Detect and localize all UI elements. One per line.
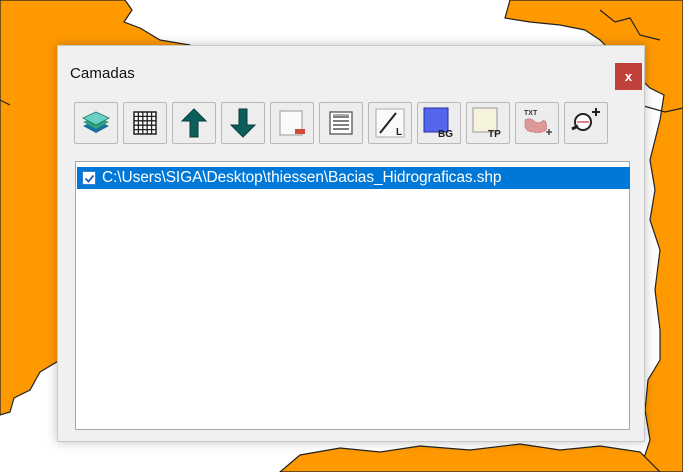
line-style-icon: L xyxy=(375,108,405,138)
background-color-button[interactable]: BG xyxy=(417,102,461,144)
move-layer-up-button[interactable] xyxy=(172,102,216,144)
arrow-up-icon xyxy=(180,108,208,138)
remove-layer-icon xyxy=(279,110,305,136)
layer-properties-button[interactable] xyxy=(319,102,363,144)
text-label-caption: TXT xyxy=(524,110,538,117)
transparency-label: TP xyxy=(488,129,501,140)
grid-table-icon xyxy=(133,111,157,135)
transparency-button[interactable]: TP xyxy=(466,102,510,144)
label-text-button[interactable]: TXT xyxy=(515,102,559,144)
properties-list-icon xyxy=(329,111,353,135)
attribute-table-button[interactable] xyxy=(123,102,167,144)
close-button[interactable]: x xyxy=(615,63,642,90)
line-style-label: L xyxy=(396,127,402,138)
checkmark-icon xyxy=(84,174,94,183)
transparency-icon: TP xyxy=(472,107,501,140)
remove-layer-button[interactable] xyxy=(270,102,314,144)
zoom-to-layer-button[interactable] xyxy=(564,102,608,144)
fill-color-label: BG xyxy=(438,129,453,140)
layers-icon xyxy=(82,111,110,133)
layer-path-label: C:\Users\SIGA\Desktop\thiessen\Bacias_Hi… xyxy=(102,169,502,186)
layers-toolbar: L BG TP TXT xyxy=(74,102,608,144)
fill-color-icon: BG xyxy=(423,107,453,140)
layer-list-item[interactable]: C:\Users\SIGA\Desktop\thiessen\Bacias_Hi… xyxy=(77,167,630,189)
layer-list[interactable]: C:\Users\SIGA\Desktop\thiessen\Bacias_Hi… xyxy=(75,161,630,430)
layer-visibility-checkbox[interactable] xyxy=(82,171,96,185)
layers-dialog: Camadas x L BG TP TXT C:\Users\SIGA\Desk… xyxy=(57,45,645,442)
dialog-title: Camadas xyxy=(70,65,135,82)
text-label-icon: TXT xyxy=(524,110,552,135)
arrow-down-icon xyxy=(229,108,257,138)
move-layer-down-button[interactable] xyxy=(221,102,265,144)
zoom-in-icon xyxy=(571,108,600,131)
add-layer-button[interactable] xyxy=(74,102,118,144)
line-color-button[interactable]: L xyxy=(368,102,412,144)
